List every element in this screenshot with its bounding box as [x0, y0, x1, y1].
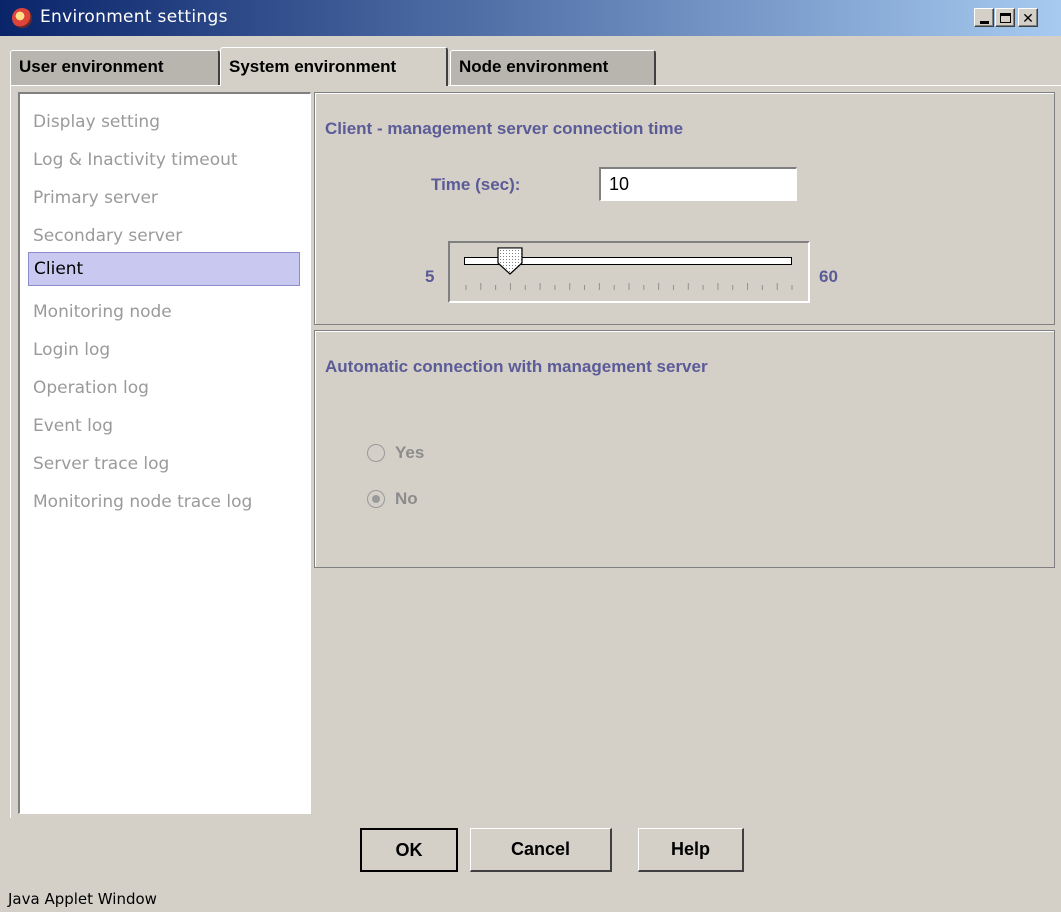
slider-ticks	[465, 283, 793, 290]
time-input[interactable]	[599, 167, 797, 201]
time-label: Time (sec):	[431, 175, 521, 194]
radio-yes-label: Yes	[395, 443, 425, 462]
tab-node-environment[interactable]: Node environment	[450, 50, 656, 85]
window-title: Environment settings	[40, 7, 228, 27]
radio-yes-indicator[interactable]	[367, 444, 385, 462]
nav-item-server-trace-log[interactable]: Server trace log	[28, 448, 300, 482]
nav-item-event-log[interactable]: Event log	[28, 410, 300, 444]
cancel-button[interactable]: Cancel	[470, 828, 612, 872]
nav-item-secondary-server[interactable]: Secondary server	[28, 220, 300, 254]
status-text: Java Applet Window	[8, 890, 157, 908]
close-button[interactable]: ✕	[1018, 8, 1038, 27]
slider-max-label: 60	[819, 267, 838, 286]
radio-no-label: No	[395, 489, 418, 508]
auto-connection-title: Automatic connection with management ser…	[325, 357, 708, 376]
radio-no-indicator[interactable]	[367, 490, 385, 508]
ok-button[interactable]: OK	[360, 828, 458, 872]
nav-item-log-inactivity-timeout[interactable]: Log & Inactivity timeout	[28, 144, 300, 178]
radio-yes[interactable]: Yes	[367, 439, 517, 467]
title-bar[interactable]: Environment settings ✕	[0, 0, 1061, 36]
nav-item-display-setting[interactable]: Display setting	[28, 106, 300, 140]
minimize-icon	[979, 20, 989, 24]
help-button[interactable]: Help	[638, 828, 744, 872]
nav-item-primary-server[interactable]: Primary server	[28, 182, 300, 216]
settings-category-list[interactable]: Display setting Log & Inactivity timeout…	[18, 92, 311, 814]
nav-item-operation-log[interactable]: Operation log	[28, 372, 300, 406]
nav-item-monitoring-node-trace-log[interactable]: Monitoring node trace log	[28, 486, 300, 520]
app-icon	[12, 8, 32, 28]
nav-item-login-log[interactable]: Login log	[28, 334, 300, 368]
slider-thumb[interactable]	[497, 247, 524, 275]
auto-connection-panel: Automatic connection with management ser…	[314, 330, 1055, 568]
radio-no[interactable]: No	[367, 485, 517, 513]
tab-system-environment[interactable]: System environment	[220, 47, 448, 86]
connection-time-slider[interactable]	[448, 241, 810, 303]
nav-item-monitoring-node[interactable]: Monitoring node	[28, 296, 300, 330]
close-icon: ✕	[1022, 9, 1034, 26]
slider-min-label: 5	[425, 267, 435, 286]
maximize-button[interactable]	[995, 8, 1015, 27]
maximize-icon	[999, 12, 1011, 23]
connection-time-title: Client - management server connection ti…	[325, 119, 684, 138]
minimize-button[interactable]	[974, 8, 994, 27]
nav-item-client[interactable]: Client	[28, 252, 300, 286]
tab-user-environment[interactable]: User environment	[10, 50, 220, 85]
connection-time-panel: Client - management server connection ti…	[314, 92, 1055, 325]
